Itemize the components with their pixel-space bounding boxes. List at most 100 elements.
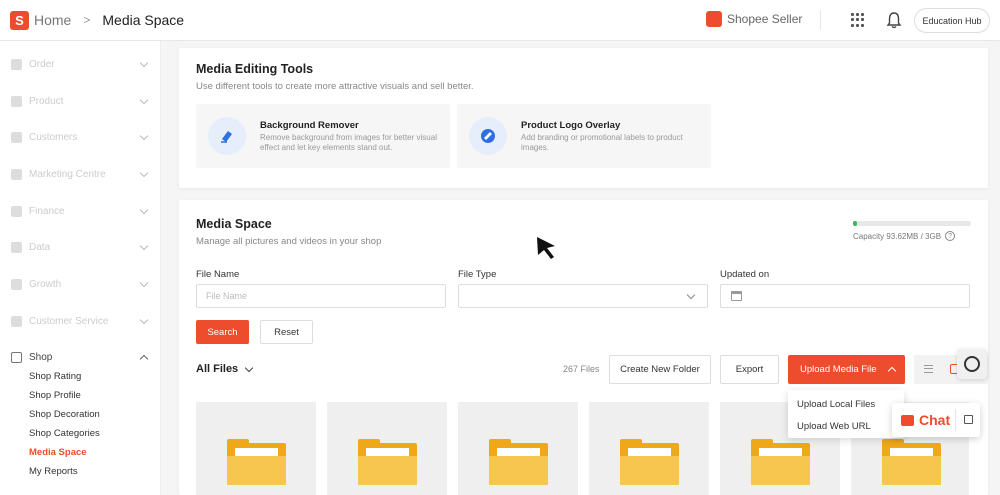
folder-icon xyxy=(489,439,548,485)
upload-media-file-button[interactable]: Upload Media File xyxy=(788,355,905,384)
eraser-icon xyxy=(208,117,246,155)
upload-web-url-option[interactable]: Upload Web URL xyxy=(797,421,871,432)
folder-icon xyxy=(882,439,941,485)
chevron-down-icon xyxy=(139,205,149,214)
sidebar-group-product[interactable]: Product xyxy=(11,94,151,108)
sidebar-group-shop[interactable]: Shop xyxy=(11,350,151,364)
chevron-down-icon xyxy=(139,315,149,324)
file-name-label: File Name xyxy=(196,269,240,280)
shopee-logo[interactable]: S xyxy=(10,10,29,30)
sidebar-item-shop-categories[interactable]: Shop Categories xyxy=(29,428,100,439)
chevron-down-icon xyxy=(244,363,254,372)
chat-widget[interactable]: Chat xyxy=(892,403,980,437)
apps-grid-icon[interactable] xyxy=(851,13,865,27)
minimize-icon[interactable] xyxy=(964,415,973,424)
capacity-text: Capacity 93.62MB / 3GB xyxy=(853,231,942,241)
folder-icon xyxy=(358,439,417,485)
tool-description: Remove background from images for better… xyxy=(260,133,437,152)
folder-icon xyxy=(620,439,679,485)
media-space-card: Media Space Manage all pictures and vide… xyxy=(179,200,988,495)
tool-title: Background Remover xyxy=(260,120,359,131)
chevron-down-icon xyxy=(139,168,149,177)
finance-icon xyxy=(11,205,22,217)
folder-icon xyxy=(751,439,810,485)
sidebar-item-shop-profile[interactable]: Shop Profile xyxy=(29,390,81,401)
media-space-subtitle: Manage all pictures and videos in your s… xyxy=(196,236,382,247)
header-divider xyxy=(820,10,821,30)
sidebar-group-customers[interactable]: Customers xyxy=(11,130,151,144)
sidebar-group-order[interactable]: Order xyxy=(11,57,151,71)
file-type-select[interactable] xyxy=(458,284,708,308)
updated-on-label: Updated on xyxy=(720,269,770,280)
headset-icon xyxy=(964,356,980,372)
upload-menu: Upload Local Files Upload Web URL xyxy=(788,390,904,438)
top-bar: S Home > Media Space xyxy=(0,0,1000,41)
shop-icon xyxy=(11,351,22,363)
education-hub-button[interactable]: Education Hub xyxy=(914,8,990,33)
upload-local-files-option[interactable]: Upload Local Files xyxy=(797,399,875,410)
breadcrumb-separator: > xyxy=(83,13,91,27)
folder-tile[interactable] xyxy=(196,402,316,495)
folder-tile[interactable] xyxy=(327,402,447,495)
chevron-up-icon xyxy=(139,354,149,363)
bell-icon[interactable] xyxy=(886,11,902,29)
file-name-input[interactable]: File Name xyxy=(196,284,446,308)
folder-tile[interactable] xyxy=(589,402,709,495)
chevron-down-icon xyxy=(139,241,149,250)
shopee-seller-link[interactable]: Shopee Seller xyxy=(706,11,802,27)
tools-subtitle: Use different tools to create more attra… xyxy=(196,81,474,92)
chevron-down-icon xyxy=(139,58,149,67)
sidebar-item-shop-decoration[interactable]: Shop Decoration xyxy=(29,409,100,420)
product-logo-overlay-tool[interactable]: Product Logo Overlay Add branding or pro… xyxy=(457,104,711,168)
media-space-title: Media Space xyxy=(196,217,272,231)
sidebar-item-media-space[interactable]: Media Space xyxy=(29,447,87,458)
sidebar-item-shop-rating[interactable]: Shop Rating xyxy=(29,371,81,382)
mouse-cursor-icon xyxy=(537,237,555,259)
sidebar-group-data[interactable]: Data xyxy=(11,240,151,254)
calendar-icon xyxy=(731,291,742,301)
chevron-down-icon xyxy=(686,290,696,300)
tool-description: Add branding or promotional labels to pr… xyxy=(521,133,683,152)
product-icon xyxy=(11,95,22,107)
media-editing-tools-card: Media Editing Tools Use different tools … xyxy=(179,48,988,188)
list-view-icon[interactable] xyxy=(924,365,933,373)
sidebar-group-growth[interactable]: Growth xyxy=(11,277,151,291)
folder-icon xyxy=(227,439,286,485)
order-icon xyxy=(11,58,22,70)
create-new-folder-button[interactable]: Create New Folder xyxy=(609,355,711,384)
chevron-down-icon xyxy=(139,95,149,104)
updated-on-date-picker[interactable] xyxy=(720,284,970,308)
customer-service-icon xyxy=(11,315,22,327)
chevron-down-icon xyxy=(139,131,149,140)
folder-tile[interactable] xyxy=(458,402,578,495)
breadcrumb-home[interactable]: Home xyxy=(34,12,71,28)
background-remover-tool[interactable]: Background Remover Remove background fro… xyxy=(196,104,450,168)
marketing-icon xyxy=(11,168,22,180)
support-button[interactable] xyxy=(957,349,987,379)
file-type-label: File Type xyxy=(458,269,497,280)
growth-icon xyxy=(11,278,22,290)
sidebar-group-marketing[interactable]: Marketing Centre xyxy=(11,167,151,181)
sidebar: Order Product Customers Marketing Centre… xyxy=(0,41,161,495)
tool-title: Product Logo Overlay xyxy=(521,120,621,131)
help-icon[interactable]: ? xyxy=(945,231,956,241)
all-files-dropdown[interactable]: All Files xyxy=(196,363,256,375)
capacity-fill xyxy=(853,221,857,226)
reset-button[interactable]: Reset xyxy=(260,320,313,344)
chat-bubble-icon xyxy=(901,414,914,426)
sidebar-group-customer-service[interactable]: Customer Service xyxy=(11,314,151,328)
chevron-up-icon xyxy=(887,366,896,376)
data-icon xyxy=(11,241,22,253)
capacity-readout: Capacity 93.62MB / 3GB ? xyxy=(853,231,956,241)
sidebar-group-finance[interactable]: Finance xyxy=(11,204,151,218)
chevron-down-icon xyxy=(139,278,149,287)
file-count: 267 Files xyxy=(563,364,600,374)
export-button[interactable]: Export xyxy=(720,355,779,384)
capacity-bar xyxy=(853,221,971,226)
customers-icon xyxy=(11,131,22,143)
file-name-placeholder: File Name xyxy=(206,291,248,301)
sidebar-item-my-reports[interactable]: My Reports xyxy=(29,466,78,477)
search-button[interactable]: Search xyxy=(196,320,249,344)
chat-label: Chat xyxy=(919,412,951,428)
logo-overlay-icon xyxy=(469,117,507,155)
